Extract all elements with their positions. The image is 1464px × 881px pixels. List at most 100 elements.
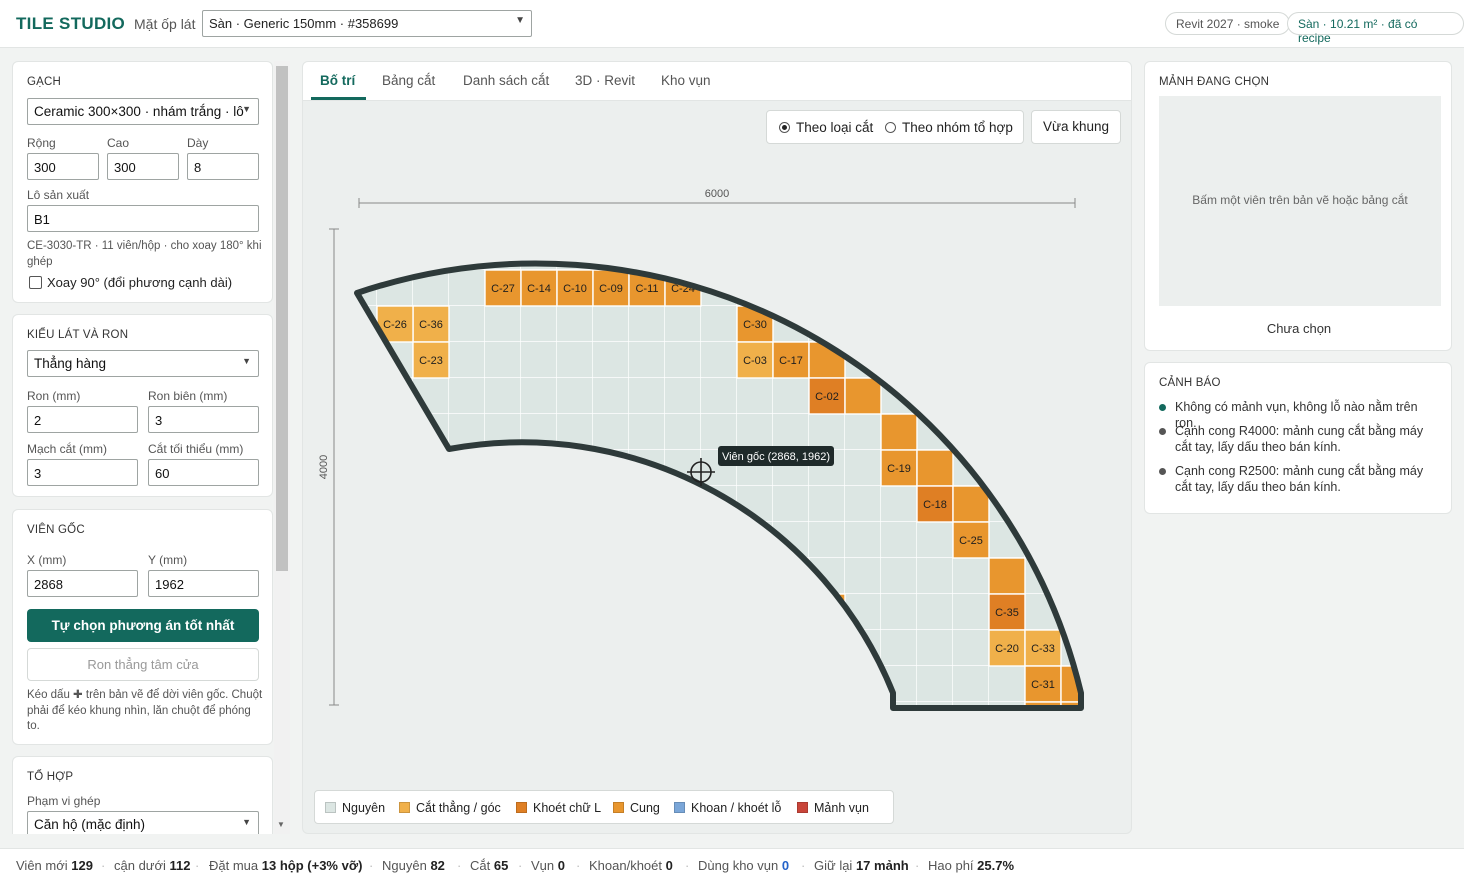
tab-3d-revit[interactable]: 3D · Revit: [575, 73, 635, 88]
stat-drill: Khoan/khoét 0: [589, 858, 673, 873]
cut-tile[interactable]: [448, 521, 486, 559]
stat-whole: Nguyên 82: [382, 858, 445, 873]
width-input[interactable]: 300: [27, 153, 99, 180]
joint-input[interactable]: 2: [27, 406, 138, 433]
cut-tile-label: C-04: [455, 535, 479, 547]
cut-tile[interactable]: [845, 738, 881, 774]
tab-cut-sheet[interactable]: Bảng cắt: [382, 73, 435, 88]
auto-best-button[interactable]: Tự chọn phương án tốt nhất: [27, 609, 259, 642]
warnings-title: CẢNH BÁO: [1159, 377, 1221, 389]
warning-item: Cạnh cong R2500: mảnh cung cắt bằng máy …: [1159, 463, 1441, 495]
cut-tile-label: C-43: [815, 679, 839, 691]
surface-status-pill: Sàn · 10.21 m² · đã có recipe: [1287, 12, 1464, 45]
cut-tile-label: C-03: [671, 535, 695, 547]
cut-tile[interactable]: [412, 485, 450, 523]
app-brand: TILE STUDIO: [16, 14, 126, 33]
legend-scrap: Mảnh vụn: [797, 801, 869, 815]
tab-cut-list[interactable]: Danh sách cắt: [463, 73, 549, 88]
min-cut-input[interactable]: 60: [148, 459, 259, 486]
cut-tile[interactable]: [412, 449, 450, 487]
cut-tile-label: C-20: [995, 643, 1019, 655]
batch-input[interactable]: B1: [27, 205, 259, 232]
cut-tile-label: C-31: [1031, 679, 1055, 691]
stat-cut: Cắt 65: [470, 858, 509, 873]
height-input[interactable]: 300: [107, 153, 179, 180]
door-center-button[interactable]: Ron thẳng tâm cửa: [27, 648, 259, 681]
cut-tile[interactable]: [376, 413, 414, 451]
cut-tile[interactable]: [664, 521, 702, 559]
tile-material-select[interactable]: Ceramic 300×300 · nhám trắng · lô ▼: [27, 98, 259, 125]
warning-item: Cạnh cong R4000: mảnh cung cắt bằng máy …: [1159, 423, 1441, 455]
cut-tile[interactable]: [844, 377, 882, 415]
settings-scroll-thumb[interactable]: [276, 66, 288, 571]
batch-label: Lô sản xuất: [27, 188, 90, 202]
cut-tile[interactable]: [988, 557, 1026, 595]
cut-tile[interactable]: [628, 521, 666, 559]
stat-new-tiles: Viên mới 129: [16, 858, 93, 873]
thickness-input[interactable]: 8: [187, 153, 259, 180]
origin-y-input[interactable]: 1962: [148, 570, 259, 597]
cut-tile[interactable]: [772, 557, 810, 595]
height-dimension: 4000: [318, 228, 339, 706]
cut-tile[interactable]: [1061, 738, 1097, 774]
edge-joint-input[interactable]: 3: [148, 406, 259, 433]
color-mode-group: Theo loại cắt Theo nhóm tổ hợp: [766, 110, 1024, 144]
radio-by-cut[interactable]: [779, 122, 790, 133]
cut-tile[interactable]: [556, 521, 594, 559]
surface-select-value: Sàn · Generic 150mm · #358699: [209, 16, 399, 31]
layout-view: Bố trí Bảng cắt Danh sách cắt 3D · Revit…: [302, 61, 1132, 834]
cut-tile[interactable]: [880, 413, 918, 451]
cut-tile[interactable]: [772, 593, 810, 631]
layout-select[interactable]: Thẳng hàng ▼: [27, 350, 259, 377]
legend-swatch: [399, 802, 410, 813]
cut-tile-label: C-02: [815, 391, 839, 403]
cut-tile[interactable]: [520, 521, 558, 559]
cut-tile[interactable]: [341, 341, 378, 379]
min-cut-label: Cắt tối thiểu (mm): [148, 442, 244, 456]
tab-scrap-stock[interactable]: Kho vụn: [661, 73, 711, 88]
cut-tile-label: C-14: [527, 283, 551, 295]
radio-by-group-label[interactable]: Theo nhóm tổ hợp: [902, 120, 1013, 135]
scope-select[interactable]: Căn hộ (mặc định) ▼: [27, 811, 259, 834]
cut-tile[interactable]: [592, 521, 630, 559]
settings-panel: GẠCH Ceramic 300×300 · nhám trắng · lô ▼…: [12, 61, 288, 834]
origin-x-input[interactable]: 2868: [27, 570, 138, 597]
tab-layout[interactable]: Bố trí: [320, 73, 355, 88]
cut-tile-label: C-25: [959, 535, 983, 547]
fit-view-button[interactable]: Vừa khung: [1031, 110, 1121, 144]
cut-tile[interactable]: [881, 774, 917, 782]
cut-tile-label: C-05: [419, 463, 443, 475]
pattern-card: KIỂU LÁT VÀ RON Thẳng hàng ▼ Ron (mm) Ro…: [12, 314, 273, 497]
cut-tile-label: C-30: [743, 319, 767, 331]
cut-tile[interactable]: [484, 521, 522, 559]
origin-y-label: Y (mm): [148, 553, 188, 567]
tile-layout-drawing[interactable]: 6000 4000 C-27 C-14 C-10 C-09 C-11 C-24C-36C-…: [303, 162, 1132, 782]
cut-tile-label: C-22: [635, 535, 659, 547]
stat-scrap: Vụn 0: [531, 858, 565, 873]
cut-tile-label: C-26: [383, 319, 407, 331]
cut-tile[interactable]: [1025, 738, 1061, 774]
scroll-down-icon[interactable]: ▼: [277, 820, 285, 829]
cut-joint-input[interactable]: 3: [27, 459, 138, 486]
tile-card-title: GẠCH: [27, 76, 62, 88]
cut-tile[interactable]: [844, 701, 882, 738]
origin-card: VIÊN GỐC X (mm) Y (mm) 2868 1962 Tự chọn…: [12, 509, 273, 745]
tile-material-value: Ceramic 300×300 · nhám trắng · lô: [34, 104, 244, 119]
cut-tile[interactable]: [916, 449, 954, 487]
radio-by-group[interactable]: [885, 122, 896, 133]
radio-by-cut-label[interactable]: Theo loại cắt: [796, 120, 873, 135]
legend-whole: Nguyên: [325, 801, 385, 815]
selected-none-text: Chưa chọn: [1266, 321, 1332, 336]
cut-tile-label: C-34: [527, 535, 551, 547]
cut-tile[interactable]: [1061, 774, 1097, 782]
legend: Nguyên Cắt thẳng / góc Khoét chữ L Cung …: [314, 790, 894, 824]
cut-tile[interactable]: [808, 665, 846, 703]
thickness-label: Dày: [187, 136, 209, 150]
cut-tile[interactable]: [736, 557, 774, 595]
cut-tile[interactable]: [664, 557, 702, 595]
cut-tile[interactable]: [808, 629, 846, 667]
rotate-checkbox[interactable]: [29, 276, 42, 289]
stat-lower-bound: cận dưới 112: [114, 858, 191, 873]
cut-tile[interactable]: [376, 449, 414, 487]
surface-select[interactable]: Sàn · Generic 150mm · #358699 ▼: [202, 10, 532, 37]
